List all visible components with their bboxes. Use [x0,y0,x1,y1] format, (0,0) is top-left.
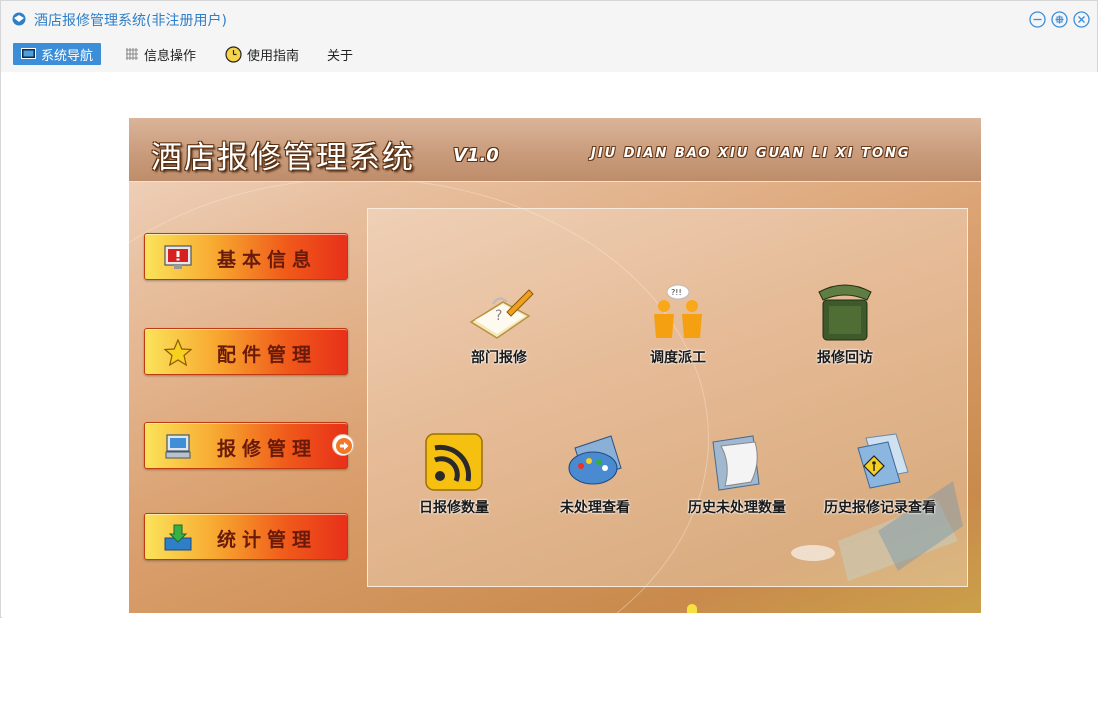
feature-label: 部门报修 [471,350,527,366]
document-scroll-icon [712,435,760,491]
feature-repair-followup[interactable]: 报修回访 [775,282,915,367]
nav-label: 基本信息 [217,249,318,271]
banner-version: V1.0 [453,145,499,166]
feature-label: 日报修数量 [419,500,489,516]
feature-panel: ? 部门报修 ?!! 调度派工 报修回访 日报修数量 未处理查看 历史未处理数量… [367,208,968,587]
monitor-icon [21,47,36,59]
menu-label: 系统导航 [41,48,94,64]
minimize-icon[interactable] [1028,10,1047,29]
svg-text:?: ? [495,308,502,324]
menu-user-guide[interactable]: 使用指南 [221,43,303,65]
window-controls [1028,10,1091,29]
menu-info-ops[interactable]: 信息操作 [121,43,200,65]
alert-monitor-icon [164,245,192,269]
feature-daily-repair-count[interactable]: 日报修数量 [384,432,524,517]
telephone-icon [818,284,872,341]
feature-historical-unprocessed-count[interactable]: 历史未处理数量 [667,432,807,517]
feature-unprocessed-view[interactable]: 未处理查看 [525,432,665,517]
nav-label: 配件管理 [217,344,318,366]
folder-sign-icon [857,433,909,489]
banner-title: 酒店报修管理系统 [151,140,415,176]
menu-label: 关于 [327,48,354,64]
feature-label: 报修回访 [817,350,873,366]
nav-basic-info-button[interactable]: 基本信息 [144,233,348,280]
feature-dispatch[interactable]: ?!! 调度派工 [608,282,748,367]
menu-about[interactable]: 关于 [323,43,357,65]
computer-icon [165,434,191,459]
download-tray-icon [164,524,192,551]
close-icon[interactable] [1072,10,1091,29]
menu-label: 信息操作 [144,48,197,64]
feature-label: 历史报修记录查看 [824,500,936,516]
feature-label: 调度派工 [650,350,706,366]
selected-arrow-icon [332,434,354,456]
menu-system-nav[interactable]: 系统导航 [13,43,102,65]
title-bar: 酒店报修管理系统(非注册用户) [1,1,1097,37]
app-logo-icon [12,12,26,26]
nav-repair-management-button[interactable]: 报修管理 [144,422,348,469]
menu-label: 使用指南 [247,48,300,64]
menu-bar: 系统导航 信息操作 使用指南 关于 [1,37,1097,72]
banner-header: 酒店报修管理系统 V1.0 JIU DIAN BAO XIU GUAN LI X… [129,118,981,182]
star-icon [163,338,193,367]
nav-label: 统计管理 [217,529,318,551]
people-talk-icon: ?!! [654,284,702,338]
window-title: 酒店报修管理系统(非注册用户) [34,13,227,29]
grid-icon [126,48,138,60]
svg-text:?!!: ?!! [671,288,682,297]
nav-statistics-button[interactable]: 统计管理 [144,513,348,560]
feature-department-repair[interactable]: ? 部门报修 [429,282,569,367]
notepad-pencil-icon: ? [469,289,534,339]
feature-label: 历史未处理数量 [688,500,786,516]
palette-icon [568,435,622,485]
feature-label: 未处理查看 [560,500,630,516]
nav-label: 报修管理 [217,438,318,460]
banner-pinyin: JIU DIAN BAO XIU GUAN LI XI TONG [591,146,911,161]
nav-parts-management-button[interactable]: 配件管理 [144,328,348,375]
clock-icon [225,45,242,63]
main-banner: 酒店报修管理系统 V1.0 JIU DIAN BAO XIU GUAN LI X… [129,118,981,613]
feature-historical-repair-records[interactable]: 历史报修记录查看 [810,432,950,517]
decorative-dot [687,604,697,613]
rss-icon [425,433,483,491]
app-window: 酒店报修管理系统(非注册用户) 系统导航 信息操作 使用指南 关于 酒店报修管理… [0,0,1098,618]
maximize-icon[interactable] [1050,10,1069,29]
